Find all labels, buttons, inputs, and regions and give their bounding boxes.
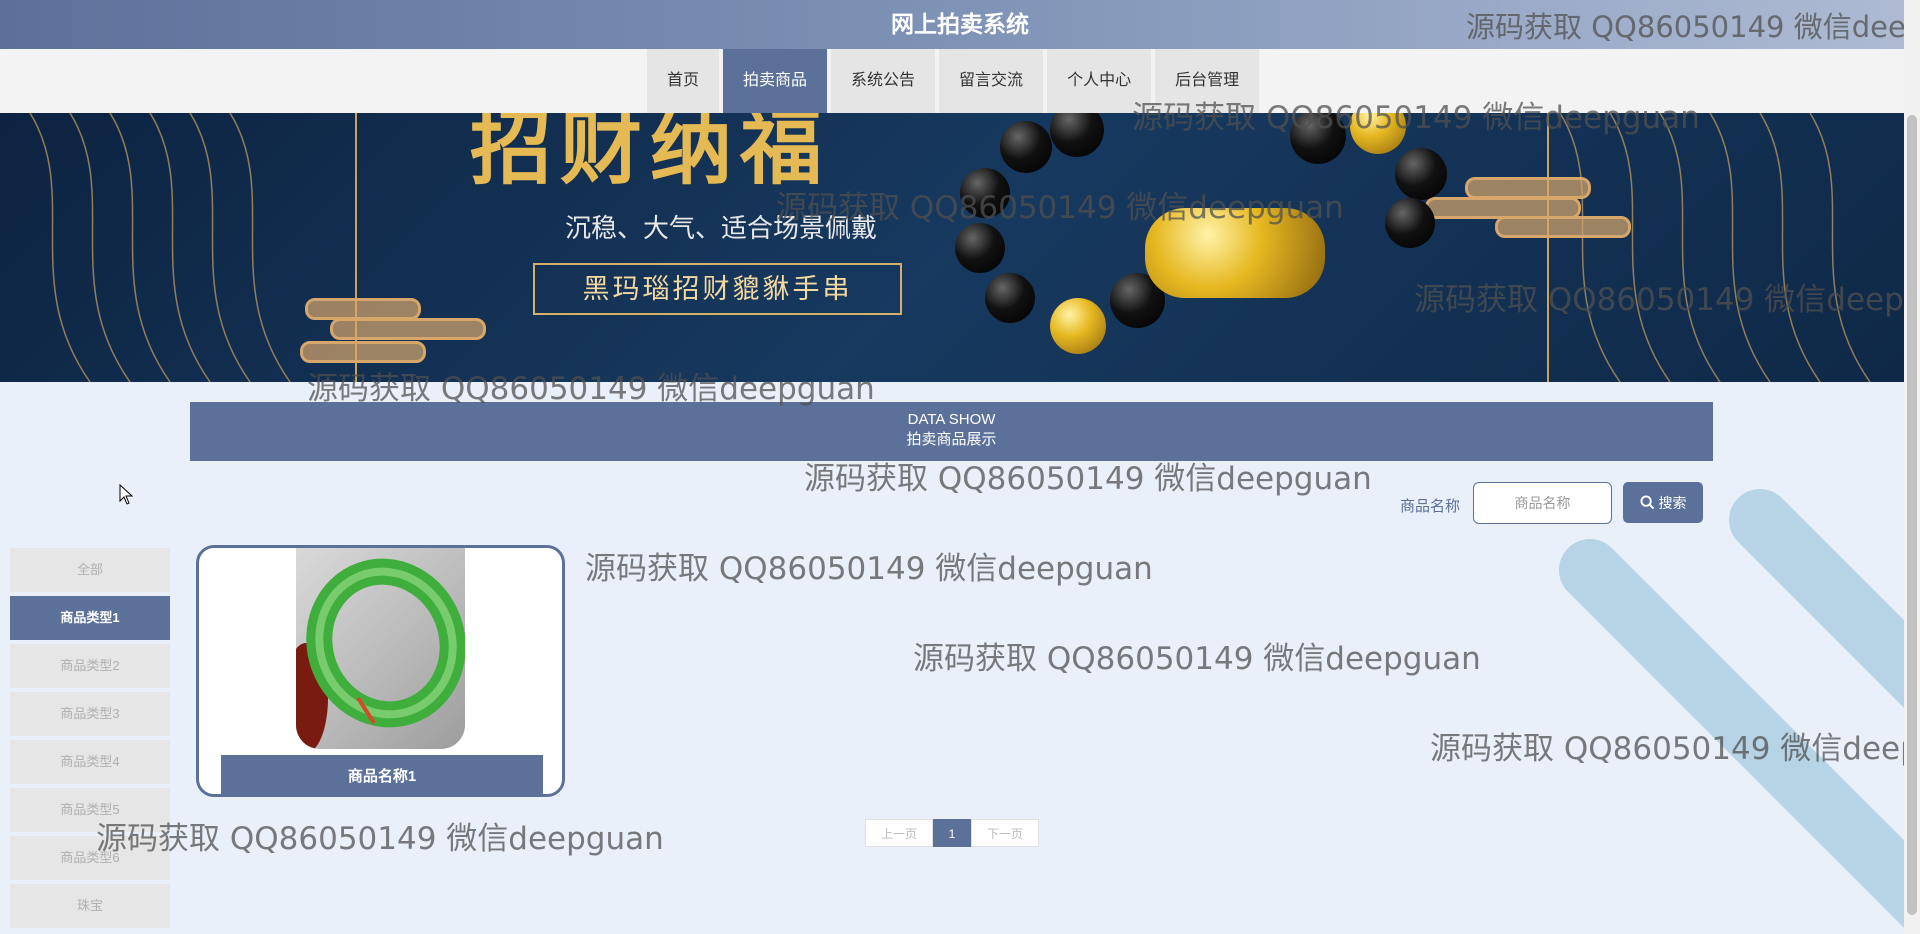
watermark-text: 源码获取 QQ86050149 微信deepguan [913, 641, 1481, 677]
cloud-decoration [330, 318, 486, 340]
nav-messages[interactable]: 留言交流 [939, 49, 1044, 113]
category-type6[interactable]: 商品类型6 [10, 836, 170, 880]
prev-page-button[interactable]: 上一页 [865, 819, 933, 847]
category-type1[interactable]: 商品类型1 [10, 596, 170, 640]
section-title-en: DATA SHOW [907, 411, 996, 428]
search-icon [1639, 495, 1654, 510]
decorative-stripes [1559, 489, 1920, 934]
cloud-decoration [300, 341, 426, 363]
nav-admin[interactable]: 后台管理 [1155, 49, 1260, 113]
pagination: 上一页 1 下一页 [865, 819, 1039, 847]
main-nav: 首页 拍卖商品 系统公告 留言交流 个人中心 后台管理 [0, 49, 1904, 113]
nav-personal-center[interactable]: 个人中心 [1047, 49, 1152, 113]
site-title: 网上拍卖系统 [891, 11, 1029, 37]
next-page-button[interactable]: 下一页 [971, 819, 1039, 847]
category-type3[interactable]: 商品类型3 [10, 692, 170, 736]
watermark-text: 源码获取 QQ86050149 微信deepguan [585, 551, 1153, 587]
mouse-cursor-icon [119, 484, 134, 505]
category-type2[interactable]: 商品类型2 [10, 644, 170, 688]
search-button-label: 搜索 [1658, 494, 1687, 511]
nav-home[interactable]: 首页 [647, 49, 720, 113]
cloud-decoration [305, 298, 421, 320]
banner-subtitle: 沉稳、大气、适合场景佩戴 [565, 213, 878, 243]
search-label: 商品名称 [1400, 498, 1461, 515]
banner-product-tag: 黑玛瑙招财貔貅手串 [533, 263, 902, 315]
product-image [296, 548, 465, 749]
category-sidebar: 全部 商品类型1 商品类型2 商品类型3 商品类型4 商品类型5 商品类型6 珠… [10, 548, 170, 932]
search-input[interactable] [1473, 482, 1612, 524]
page-scrollbar[interactable] [1904, 0, 1920, 934]
nav-announcements[interactable]: 系统公告 [831, 49, 936, 113]
banner-wave-lines [29, 113, 1871, 382]
nav-auction-goods[interactable]: 拍卖商品 [723, 49, 828, 113]
cloud-decoration [1465, 177, 1591, 199]
watermark-text: 源码获取 QQ86050149 微信deepguan [96, 821, 664, 857]
category-type5[interactable]: 商品类型5 [10, 788, 170, 832]
top-header: 网上拍卖系统 [0, 0, 1920, 49]
category-all[interactable]: 全部 [10, 548, 170, 592]
search-button[interactable]: 搜索 [1623, 482, 1703, 523]
product-name: 商品名称1 [221, 755, 543, 794]
category-jewelry[interactable]: 珠宝 [10, 884, 170, 928]
watermark-text: 源码获取 QQ86050149 微信deepguan [1430, 731, 1920, 767]
product-card[interactable]: 商品名称1 [196, 545, 565, 797]
section-title-cn: 拍卖商品展示 [906, 431, 997, 448]
page-number-button[interactable]: 1 [933, 819, 971, 847]
banner-headline: 招财纳福 [470, 113, 831, 196]
nav-list: 首页 拍卖商品 系统公告 留言交流 个人中心 后台管理 [647, 49, 1263, 113]
banner-carousel[interactable]: 招财纳福 沉稳、大气、适合场景佩戴 黑玛瑙招财貔貅手串 [0, 113, 1904, 382]
cloud-decoration [1495, 216, 1631, 238]
section-header: DATA SHOW 拍卖商品展示 [190, 402, 1713, 461]
scrollbar-thumb[interactable] [1907, 115, 1917, 915]
category-type4[interactable]: 商品类型4 [10, 740, 170, 784]
